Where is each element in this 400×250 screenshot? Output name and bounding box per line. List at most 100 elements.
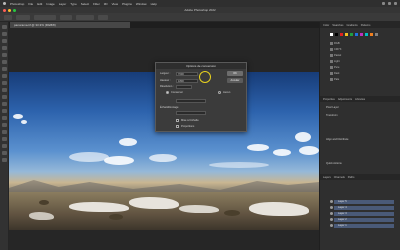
color-swatch[interactable] [360, 33, 363, 36]
option-field-2[interactable] [34, 14, 56, 20]
width-field[interactable]: 7000 [176, 71, 198, 76]
stamp-tool-icon[interactable] [1, 81, 7, 85]
layer-row[interactable]: Layer 1 [334, 224, 394, 228]
menu-item-plugins[interactable]: Plugins [122, 2, 132, 6]
eye-icon[interactable] [330, 224, 333, 227]
tab-swatches[interactable]: Swatches [332, 24, 343, 27]
color-swatch[interactable] [350, 33, 353, 36]
menu-item-window[interactable]: Window [136, 2, 147, 6]
brush-tool-icon[interactable] [1, 74, 7, 78]
tool-preset-picker[interactable] [4, 14, 12, 20]
cloud [69, 152, 109, 162]
menu-item-image[interactable]: Image [46, 2, 54, 6]
layer-row[interactable]: Layer 3 [334, 212, 394, 216]
type-tool-icon[interactable] [1, 130, 7, 134]
layer-row[interactable]: Layer 2 [334, 218, 394, 222]
eye-icon[interactable] [330, 200, 333, 203]
minimize-icon[interactable] [8, 8, 11, 12]
menu-item-file[interactable]: File [28, 2, 33, 6]
option2-label: Aucun [223, 91, 231, 94]
option1-radio[interactable] [166, 91, 169, 94]
control-center-icon[interactable] [394, 2, 397, 5]
color-swatch[interactable] [340, 33, 343, 36]
zoom-tool-icon[interactable] [1, 158, 7, 162]
eye-icon[interactable] [330, 218, 333, 221]
ok-button[interactable]: OK [227, 71, 243, 76]
eye-icon[interactable] [330, 212, 333, 215]
crop-tool-icon[interactable] [1, 53, 7, 57]
marquee-tool-icon[interactable] [1, 32, 7, 36]
zoom-icon[interactable] [13, 8, 16, 12]
tab-paths[interactable]: Paths [348, 176, 355, 179]
history-brush-tool-icon[interactable] [1, 88, 7, 92]
color-swatch[interactable] [365, 33, 368, 36]
menu-item-type[interactable]: Type [70, 2, 77, 6]
quick-actions-label[interactable]: Quick Actions [326, 162, 342, 165]
color-swatch[interactable] [330, 33, 333, 36]
gradient-tool-icon[interactable] [1, 102, 7, 106]
pen-tool-icon[interactable] [1, 123, 7, 127]
quick-select-tool-icon[interactable] [1, 46, 7, 50]
hand-tool-icon[interactable] [1, 151, 7, 155]
proportions-checkbox[interactable] [176, 125, 179, 128]
dodge-tool-icon[interactable] [1, 116, 7, 120]
swatch-group-item[interactable]: Light [334, 60, 340, 63]
tab-layers[interactable]: Layers [323, 176, 331, 179]
option-field-1[interactable] [16, 14, 30, 20]
menu-item-select[interactable]: Select [81, 2, 89, 6]
layer-row[interactable]: Layer 5 [334, 200, 394, 204]
resolution-field[interactable] [176, 84, 192, 89]
option-field-3[interactable] [60, 14, 72, 20]
eraser-tool-icon[interactable] [1, 95, 7, 99]
close-icon[interactable] [3, 8, 6, 12]
search-icon[interactable] [388, 2, 391, 5]
option-field-5[interactable] [98, 14, 108, 20]
color-swatch[interactable] [355, 33, 358, 36]
color-swatch[interactable] [335, 33, 338, 36]
menu-item-view[interactable]: View [112, 2, 118, 6]
swatch-group-item[interactable]: CMYK [334, 48, 342, 51]
swatch-group-item[interactable]: Pale [334, 78, 339, 81]
height-field[interactable]: 1800 [176, 78, 198, 83]
menu-item-edit[interactable]: Edit [37, 2, 42, 6]
path-select-tool-icon[interactable] [1, 137, 7, 141]
eye-icon[interactable] [330, 206, 333, 209]
align-label[interactable]: Align and Distribute [326, 138, 349, 141]
swatch-group-item[interactable]: RGB [334, 42, 340, 45]
shape-tool-icon[interactable] [1, 144, 7, 148]
tab-color[interactable]: Color [323, 24, 329, 27]
move-tool-icon[interactable] [1, 25, 7, 29]
layer-row[interactable]: Layer 4 [334, 206, 394, 210]
tab-libraries[interactable]: Libraries [355, 98, 365, 101]
menu-item-photoshop[interactable]: Photoshop [10, 2, 24, 6]
menu-item-filter[interactable]: Filter [93, 2, 100, 6]
blur-tool-icon[interactable] [1, 109, 7, 113]
healing-tool-icon[interactable] [1, 67, 7, 71]
lasso-tool-icon[interactable] [1, 39, 7, 43]
transform-label[interactable]: Transform [326, 114, 338, 117]
color-panel-tabs: Color Swatches Gradients Patterns [320, 22, 400, 28]
scale-checkbox[interactable] [176, 119, 179, 122]
menu-item-help[interactable]: Help [151, 2, 157, 6]
tab-gradients[interactable]: Gradients [346, 24, 357, 27]
apple-icon[interactable] [3, 2, 6, 5]
tab-properties[interactable]: Properties [323, 98, 335, 101]
cancel-button[interactable]: Annuler [227, 78, 243, 83]
menu-item-layer[interactable]: Layer [59, 2, 67, 6]
option2-radio[interactable] [218, 91, 221, 94]
eyedropper-tool-icon[interactable] [1, 60, 7, 64]
color-swatch[interactable] [370, 33, 373, 36]
menu-item-3d[interactable]: 3D [104, 2, 108, 6]
option-field-4[interactable] [76, 14, 94, 20]
tab-adjustments[interactable]: Adjustments [338, 98, 352, 101]
swatch-group-item[interactable]: Dark [334, 72, 339, 75]
properties-panel-tabs: Properties Adjustments Libraries [320, 96, 400, 102]
method-select[interactable] [176, 99, 206, 103]
color-swatch[interactable] [345, 33, 348, 36]
tab-patterns[interactable]: Patterns [361, 24, 371, 27]
color-swatch[interactable] [375, 33, 378, 36]
swatch-group-item[interactable]: Pure [334, 66, 339, 69]
swatch-group-item[interactable]: Pastel [334, 54, 341, 57]
scale-select[interactable] [176, 111, 206, 115]
tab-channels[interactable]: Channels [334, 176, 345, 179]
